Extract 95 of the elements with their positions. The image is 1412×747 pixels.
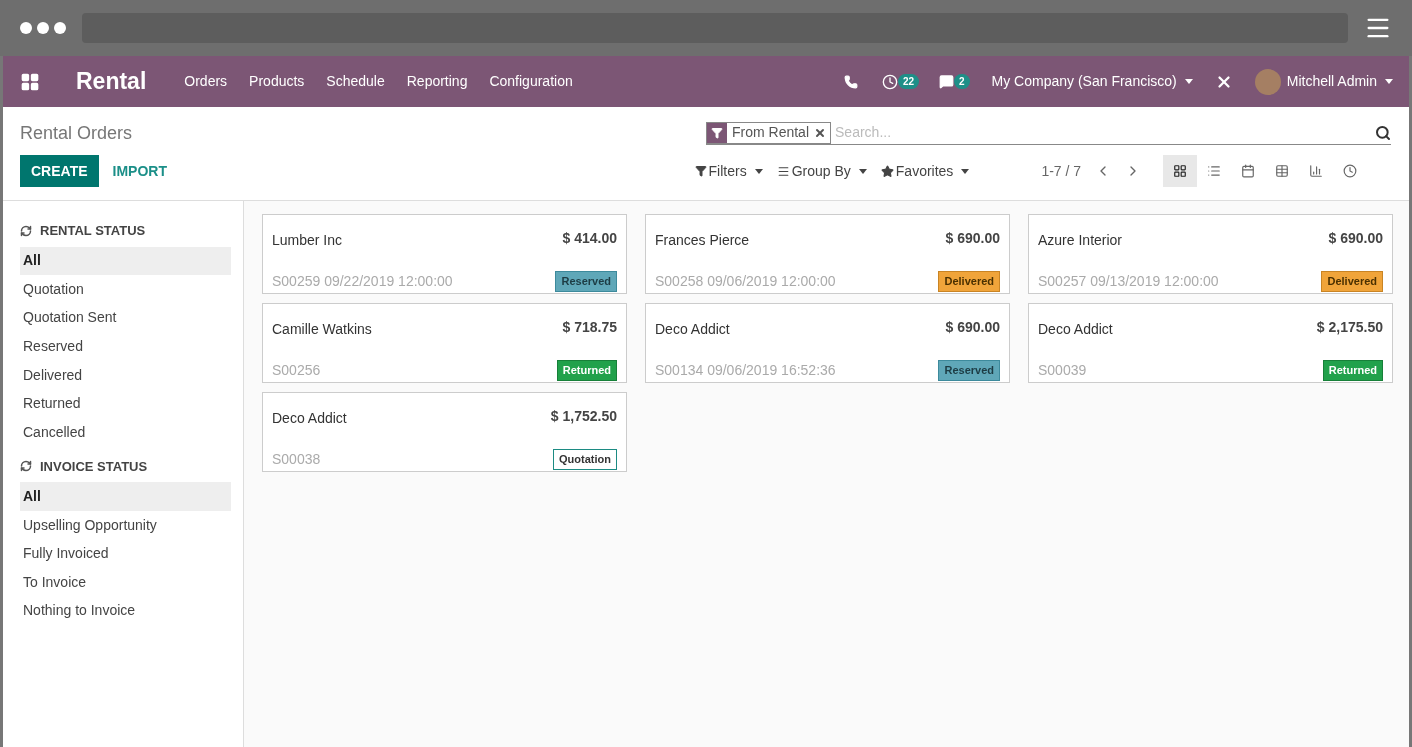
customer-name: Deco Addict — [1038, 320, 1113, 339]
order-reference: S00256 — [272, 361, 321, 380]
filter-item[interactable]: All — [20, 482, 231, 511]
filter-item[interactable]: Reserved — [20, 332, 231, 361]
order-amount: $ 690.00 — [1328, 229, 1383, 248]
status-tag: Quotation — [553, 449, 617, 470]
clock-icon — [1343, 164, 1358, 178]
filter-item[interactable]: Quotation — [20, 275, 231, 304]
status-tag: Delivered — [938, 271, 1000, 292]
search-field[interactable]: Search... — [831, 122, 1375, 143]
filter-item[interactable]: Nothing to Invoice — [20, 596, 231, 626]
order-amount: $ 690.00 — [945, 318, 1000, 337]
order-card[interactable]: Deco Addict $ 1,752.50 S00038 Quotation — [262, 392, 627, 472]
filter-item[interactable]: Returned — [20, 389, 231, 419]
bar-chart-icon — [1309, 164, 1324, 178]
filter-item[interactable]: Quotation Sent — [20, 303, 231, 333]
table-icon — [1275, 164, 1290, 178]
status-tag: Reserved — [938, 360, 1000, 381]
customer-name: Deco Addict — [272, 409, 347, 428]
lines-icon — [776, 164, 790, 178]
status-tag: Delivered — [1321, 271, 1383, 292]
create-button[interactable]: CREATE — [20, 155, 99, 187]
search-icon[interactable] — [1375, 124, 1391, 141]
import-button[interactable]: IMPORT — [98, 160, 695, 182]
caret-icon — [961, 168, 970, 174]
page-title: Rental Orders — [20, 121, 134, 145]
filter-item[interactable]: To Invoice — [20, 567, 231, 597]
order-amount: $ 690.00 — [945, 229, 1000, 248]
filter-item[interactable]: Upselling Opportunity — [20, 510, 231, 540]
list-icon — [1207, 164, 1222, 178]
grid-icon — [1173, 164, 1188, 178]
filter-item[interactable]: Cancelled — [20, 418, 231, 447]
order-reference: S00259 09/22/2019 12:00:00 — [272, 272, 453, 291]
company-switcher[interactable]: My Company (San Francisco) — [991, 71, 1193, 92]
order-card[interactable]: Frances Pierce $ 690.00 S00258 09/06/2019 12:00:00 Delivered — [645, 214, 1010, 294]
order-amount: $ 414.00 — [562, 229, 617, 248]
customer-name: Azure Interior — [1038, 231, 1123, 250]
search-bar[interactable]: From Rental Search... — [706, 121, 1391, 145]
caret-icon — [754, 168, 763, 174]
order-reference: S00039 — [1038, 361, 1087, 380]
favorites-dropdown[interactable]: Favorites — [880, 160, 970, 182]
customer-name: Frances Pierce — [655, 231, 750, 250]
customer-name: Lumber Inc — [272, 231, 343, 250]
order-reference: S00257 09/13/2019 12:00:00 — [1038, 272, 1219, 291]
order-reference: S00038 — [272, 450, 321, 469]
filters-dropdown[interactable]: Filters — [694, 160, 763, 182]
filter-icon — [694, 165, 707, 177]
caret-icon — [1184, 79, 1193, 84]
order-card[interactable]: Deco Addict $ 690.00 S00134 09/06/2019 16:52:36 Reserved — [645, 303, 1010, 383]
section-heading: INVOICE STATUS — [40, 457, 148, 476]
caret-icon — [1385, 79, 1393, 84]
calendar-icon — [1241, 164, 1256, 178]
order-reference: S00258 09/06/2019 12:00:00 — [655, 272, 836, 291]
message-count-badge: 2 — [954, 74, 970, 89]
nav-menu-item[interactable]: Schedule — [326, 71, 385, 92]
order-card[interactable]: Deco Addict $ 2,175.50 S00039 Returned — [1028, 303, 1393, 383]
filter-icon — [711, 126, 723, 139]
group-by-dropdown[interactable]: Group By — [776, 160, 867, 182]
user-menu[interactable]: Mitchell Admin — [1286, 71, 1393, 92]
star-icon — [880, 164, 894, 178]
nav-menu-item[interactable]: Products — [249, 71, 305, 92]
section-heading: RENTAL STATUS — [40, 222, 146, 240]
window-dots-icon — [20, 22, 66, 34]
order-amount: $ 1,752.50 — [550, 407, 617, 426]
filter-item[interactable]: Fully Invoiced — [20, 539, 231, 568]
activity-count-badge: 22 — [897, 74, 919, 89]
filter-item[interactable]: All — [20, 246, 231, 276]
status-tag: Returned — [556, 360, 617, 381]
nav-menu-item[interactable]: Reporting — [406, 71, 468, 92]
pager-value: 1-7 / 7 — [1041, 161, 1082, 181]
order-card[interactable]: Camille Watkins $ 718.75 S00256 Returned — [262, 303, 627, 383]
refresh-icon — [20, 460, 32, 473]
phone-icon[interactable] — [843, 74, 858, 89]
kanban-view-button[interactable] — [1163, 155, 1198, 187]
order-amount: $ 2,175.50 — [1316, 318, 1383, 337]
refresh-icon — [20, 224, 32, 237]
filter-item[interactable]: Delivered — [20, 360, 231, 390]
user-avatar — [1254, 68, 1281, 95]
order-card[interactable]: Azure Interior $ 690.00 S00257 09/13/2019 12:00:00 Delivered — [1028, 214, 1393, 294]
caret-icon — [858, 168, 867, 174]
clock-icon[interactable] — [881, 73, 898, 90]
close-icon[interactable] — [814, 126, 827, 139]
order-amount: $ 718.75 — [562, 318, 617, 337]
customer-name: Camille Watkins — [272, 320, 372, 339]
order-card[interactable]: Lumber Inc $ 414.00 S00259 09/22/2019 12:00:00 Reserved — [262, 214, 627, 294]
nav-menu-item[interactable]: Orders — [184, 71, 228, 92]
status-tag: Returned — [1322, 360, 1383, 381]
app-title: Rental — [76, 67, 147, 97]
apps-grid-icon[interactable] — [20, 71, 40, 92]
nav-menu-item[interactable]: Configuration — [489, 71, 573, 92]
chat-icon[interactable] — [939, 74, 954, 89]
order-reference: S00134 09/06/2019 16:52:36 — [655, 361, 836, 380]
facet-label: From Rental — [731, 123, 811, 142]
customer-name: Deco Addict — [655, 320, 730, 339]
status-tag: Reserved — [555, 271, 617, 292]
